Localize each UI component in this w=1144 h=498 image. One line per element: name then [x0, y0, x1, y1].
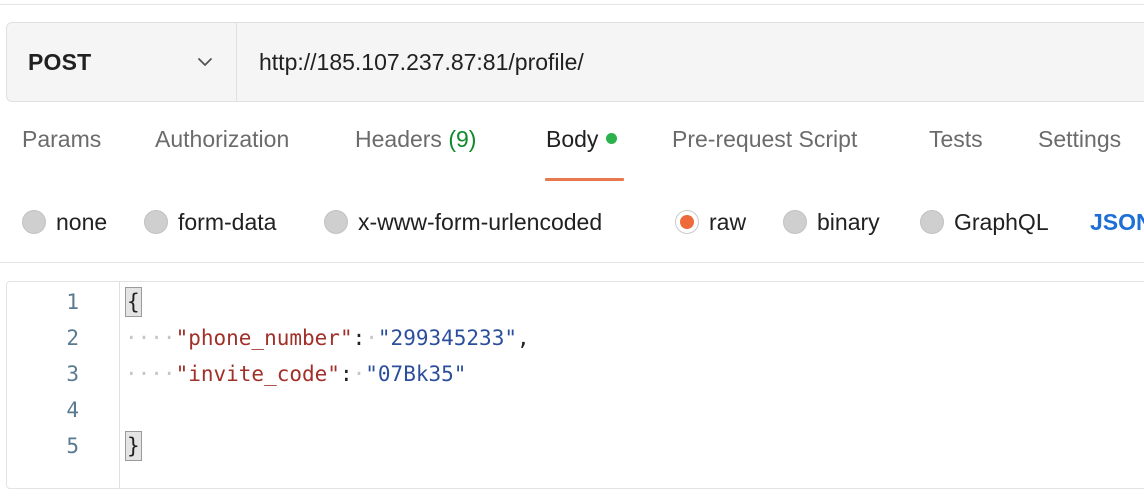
code-content: }: [125, 431, 142, 461]
body-type-selector: none form-data x-www-form-urlencoded raw…: [0, 200, 1144, 244]
open-brace: {: [125, 287, 142, 317]
method-label: POST: [28, 48, 92, 75]
radio-button[interactable]: [783, 210, 807, 234]
radio-button-selected[interactable]: [675, 210, 699, 234]
chevron-down-icon: [198, 58, 212, 66]
body-modified-dot-icon: [606, 133, 618, 144]
tab-label: Body: [546, 126, 599, 152]
radio-label: binary: [817, 208, 880, 235]
tab-params[interactable]: Params: [22, 126, 101, 182]
radio-label: none: [56, 208, 108, 235]
request-bar: POST http://185.107.237.87:81/profile/: [6, 22, 1144, 102]
radio-none[interactable]: none: [22, 200, 107, 244]
radio-label: x-www-form-urlencoded: [358, 208, 603, 235]
radio-x-www-form-urlencoded[interactable]: x-www-form-urlencoded: [324, 200, 602, 244]
radio-button[interactable]: [324, 210, 348, 234]
json-key: "phone_number": [175, 326, 353, 350]
json-key: "invite_code": [175, 362, 340, 386]
line-number: 4: [66, 398, 79, 422]
code-content: ···· "invite_code": · "07Bk35": [125, 362, 466, 386]
radio-button[interactable]: [920, 210, 944, 234]
radio-button[interactable]: [144, 210, 168, 234]
json-value: "07Bk35": [365, 362, 467, 386]
radio-label: form-data: [178, 208, 277, 235]
line-number: 2: [66, 326, 79, 350]
radio-graphql[interactable]: GraphQL: [920, 200, 1049, 244]
tab-label: Headers: [355, 126, 442, 152]
json-colon: :: [339, 362, 353, 386]
radio-raw[interactable]: raw: [675, 200, 746, 244]
json-comma: ,: [516, 326, 530, 350]
code-line: 2 ···· "phone_number": · "299345233",: [7, 320, 1144, 356]
code-content: {: [125, 287, 142, 317]
radio-label: GraphQL: [954, 208, 1049, 235]
code-line: 5 }: [7, 428, 1144, 464]
format-json-dropdown[interactable]: JSON: [1090, 200, 1144, 244]
radio-selected-dot: [680, 215, 694, 229]
request-tabs: Params Authorization Headers (9) Body Pr…: [0, 126, 1144, 182]
line-number: 5: [66, 434, 79, 458]
tab-label: Tests: [929, 126, 983, 152]
tab-settings[interactable]: Settings: [1038, 126, 1121, 182]
json-colon: :: [352, 326, 366, 350]
tab-label: Authorization: [155, 126, 290, 152]
json-value: "299345233": [377, 326, 517, 350]
close-brace: }: [125, 431, 142, 461]
space-whitespace: ·: [365, 326, 378, 350]
body-code-editor[interactable]: 1 { 2 ···· "phone_number": · "299345233", 3…: [6, 281, 1144, 489]
tab-pre-request-script[interactable]: Pre-request Script: [672, 126, 857, 182]
tab-label: Pre-request Script: [672, 126, 858, 152]
section-divider: [0, 262, 1144, 263]
radio-button[interactable]: [22, 210, 46, 234]
tab-body[interactable]: Body: [546, 126, 618, 182]
code-line: 1 {: [7, 284, 1144, 320]
line-number: 1: [66, 290, 79, 314]
tab-label: Settings: [1038, 126, 1122, 152]
indent-whitespace: ····: [125, 362, 176, 386]
line-number: 3: [66, 362, 79, 386]
tab-label: Params: [22, 126, 102, 152]
radio-binary[interactable]: binary: [783, 200, 880, 244]
radio-label: raw: [709, 208, 747, 235]
top-divider: [0, 4, 1144, 5]
active-tab-indicator: [545, 178, 624, 181]
radio-form-data[interactable]: form-data: [144, 200, 276, 244]
url-input[interactable]: http://185.107.237.87:81/profile/: [237, 49, 584, 76]
indent-whitespace: ····: [125, 326, 176, 350]
tab-headers[interactable]: Headers (9): [355, 126, 476, 182]
headers-count: (9): [448, 126, 477, 152]
code-line: 3 ···· "invite_code": · "07Bk35": [7, 356, 1144, 392]
tab-authorization[interactable]: Authorization: [155, 126, 289, 182]
code-line: 4: [7, 392, 1144, 428]
space-whitespace: ·: [352, 362, 366, 386]
method-select[interactable]: POST: [7, 23, 237, 101]
code-content: ···· "phone_number": · "299345233",: [125, 326, 530, 350]
tab-tests[interactable]: Tests: [929, 126, 983, 182]
